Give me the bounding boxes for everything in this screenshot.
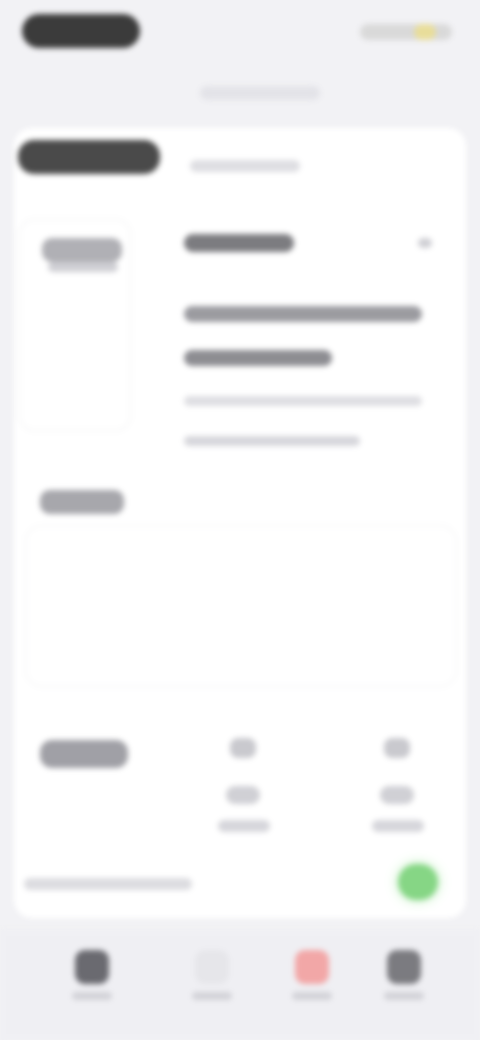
section-3-label (40, 740, 128, 768)
status-bar (0, 0, 480, 64)
stat-top (230, 738, 256, 758)
battery-icon (414, 24, 436, 40)
profile-icon (195, 950, 229, 984)
home-icon (75, 950, 109, 984)
stat-value (226, 786, 260, 804)
tab-record[interactable] (282, 946, 342, 1010)
tab-label (72, 992, 112, 1000)
tab-home[interactable] (62, 946, 122, 1010)
sidebar-label (42, 238, 122, 262)
stat-column[interactable] (214, 738, 274, 848)
tab-profile[interactable] (182, 946, 242, 1010)
tab-label (292, 992, 332, 1000)
sidebar-sublabel (48, 262, 118, 272)
green-action-button[interactable] (398, 864, 438, 900)
tab-label (192, 992, 232, 1000)
stat-column[interactable] (368, 738, 428, 848)
info-line-4 (184, 436, 360, 446)
section-2-label (40, 490, 124, 514)
footer-note (24, 878, 192, 890)
info-line-3 (184, 396, 422, 406)
page-title (18, 140, 160, 174)
settings-icon (387, 950, 421, 984)
info-line-1 (184, 306, 422, 322)
url-bar[interactable] (200, 86, 320, 100)
info-title (184, 234, 294, 252)
tab-settings[interactable] (374, 946, 434, 1010)
stat-value (380, 786, 414, 804)
status-time (22, 14, 140, 48)
status-indicators (360, 24, 452, 40)
tab-label (384, 992, 424, 1000)
stat-caption (372, 820, 424, 832)
section-2-panel[interactable] (26, 526, 456, 686)
stat-top (384, 738, 410, 758)
info-line-2 (184, 350, 332, 366)
record-icon (295, 950, 329, 984)
page-subtitle (190, 160, 300, 172)
stat-caption (218, 820, 270, 832)
chevron-right-icon[interactable] (418, 238, 432, 248)
